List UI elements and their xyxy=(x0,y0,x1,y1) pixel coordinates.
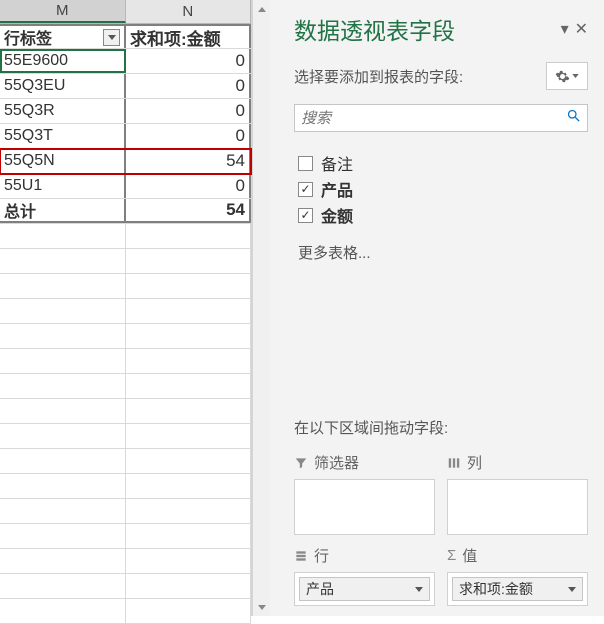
panel-subtitle: 选择要添加到报表的字段: xyxy=(294,66,463,87)
column-headers: M N xyxy=(0,0,251,24)
rows-area: 行 产品 xyxy=(294,545,435,606)
total-row[interactable]: 总计 54 xyxy=(0,199,251,224)
field-item[interactable]: ✓ 金额 xyxy=(298,202,588,228)
cell-label[interactable]: 55E9600 xyxy=(0,49,126,73)
field-item[interactable]: ✓ 产品 xyxy=(298,176,588,202)
area-title-text: 列 xyxy=(467,452,482,473)
total-value: 54 xyxy=(126,199,251,223)
values-area: Σ 值 求和项:金额 xyxy=(447,545,588,606)
cell-value[interactable]: 54 xyxy=(126,149,251,173)
cell-value[interactable]: 0 xyxy=(126,49,251,73)
area-title-text: 行 xyxy=(314,545,329,566)
rows-icon xyxy=(294,549,308,563)
gear-icon xyxy=(555,69,570,84)
cell-value[interactable]: 0 xyxy=(126,99,251,123)
checkbox-checked[interactable]: ✓ xyxy=(298,182,313,197)
search-input[interactable] xyxy=(301,110,566,127)
area-title-text: 值 xyxy=(462,545,477,566)
values-drop-zone[interactable]: 求和项:金额 xyxy=(447,572,588,606)
field-item[interactable]: 备注 xyxy=(298,150,588,176)
filter-icon xyxy=(294,456,308,470)
cell-label[interactable]: 55U1 xyxy=(0,174,126,198)
total-label: 总计 xyxy=(0,199,126,223)
table-row[interactable]: 55E9600 0 xyxy=(0,49,251,74)
spreadsheet: M N 行标签 求和项:金额 55E9600 0 55Q3EU 0 xyxy=(0,0,252,616)
field-label: 产品 xyxy=(321,177,353,201)
pivot-header-row: 行标签 求和项:金额 xyxy=(0,24,251,49)
field-list: 备注 ✓ 产品 ✓ 金额 xyxy=(298,150,588,228)
chevron-down-icon xyxy=(415,587,423,592)
field-chip[interactable]: 产品 xyxy=(299,577,430,601)
row-labels-header[interactable]: 行标签 xyxy=(0,24,126,48)
filter-dropdown-button[interactable] xyxy=(103,29,120,46)
area-title-text: 筛选器 xyxy=(314,452,359,473)
pivot-fields-panel: 数据透视表字段 ▾ ✕ 选择要添加到报表的字段: 备注 ✓ 产品 ✓ 金额 xyxy=(270,0,604,616)
areas-label: 在以下区域间拖动字段: xyxy=(294,417,588,438)
columns-area: 列 xyxy=(447,452,588,535)
sum-header[interactable]: 求和项:金额 xyxy=(126,24,251,48)
panel-title: 数据透视表字段 xyxy=(294,12,455,46)
scroll-up-icon[interactable] xyxy=(253,0,271,18)
table-row[interactable]: 55Q3T 0 xyxy=(0,124,251,149)
table-row[interactable]: 55Q3R 0 xyxy=(0,99,251,124)
field-label: 备注 xyxy=(321,151,353,175)
search-icon[interactable] xyxy=(566,108,581,128)
more-tables-link[interactable]: 更多表格... xyxy=(298,242,588,263)
settings-button[interactable] xyxy=(546,62,588,90)
chevron-down-icon xyxy=(108,35,116,40)
panel-dropdown-icon[interactable]: ▾ xyxy=(561,19,569,39)
table-row[interactable]: 55Q3EU 0 xyxy=(0,74,251,99)
cell-label[interactable]: 55Q3EU xyxy=(0,74,126,98)
field-label: 金额 xyxy=(321,203,353,227)
vertical-scrollbar[interactable] xyxy=(252,0,270,616)
scroll-down-icon[interactable] xyxy=(253,598,271,616)
table-row[interactable]: 55U1 0 xyxy=(0,174,251,199)
sigma-icon: Σ xyxy=(447,547,456,564)
field-chip[interactable]: 求和项:金额 xyxy=(452,577,583,601)
cell-label[interactable]: 55Q3T xyxy=(0,124,126,148)
col-header-n[interactable]: N xyxy=(126,0,252,23)
columns-drop-zone[interactable] xyxy=(447,479,588,535)
filter-area: 筛选器 xyxy=(294,452,435,535)
cell-label[interactable]: 55Q5N xyxy=(0,149,126,173)
table-row-highlighted[interactable]: 55Q5N 54 xyxy=(0,149,251,174)
checkbox-unchecked[interactable] xyxy=(298,156,313,171)
rows-drop-zone[interactable]: 产品 xyxy=(294,572,435,606)
cell-label[interactable]: 55Q3R xyxy=(0,99,126,123)
checkbox-checked[interactable]: ✓ xyxy=(298,208,313,223)
cell-value[interactable]: 0 xyxy=(126,74,251,98)
close-icon[interactable]: ✕ xyxy=(575,19,588,39)
chevron-down-icon xyxy=(572,74,579,78)
search-box[interactable] xyxy=(294,104,588,132)
row-labels-text: 行标签 xyxy=(4,25,52,49)
cell-value[interactable]: 0 xyxy=(126,124,251,148)
columns-icon xyxy=(447,456,461,470)
chevron-down-icon xyxy=(568,587,576,592)
col-header-m[interactable]: M xyxy=(0,0,126,23)
cell-value[interactable]: 0 xyxy=(126,174,251,198)
chip-label: 求和项:金额 xyxy=(459,579,533,599)
filter-drop-zone[interactable] xyxy=(294,479,435,535)
chip-label: 产品 xyxy=(306,579,334,599)
